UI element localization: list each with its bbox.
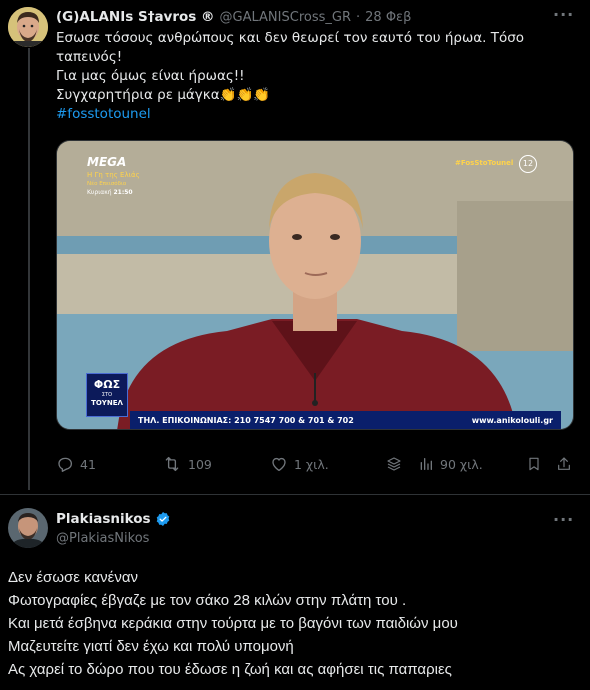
reply-button[interactable]: 41: [56, 452, 96, 476]
tweet-line: Φωτογραφίες έβγαζε με τον σάκο 28 κιλών …: [8, 592, 407, 609]
tv-hashtag: #FosStoTounel: [455, 159, 514, 167]
tweet-line: Δεν έσωσε κανέναν: [8, 569, 138, 586]
tweet-divider: [0, 494, 590, 495]
reply-count: 41: [80, 456, 96, 472]
tv-still-image: [57, 141, 573, 429]
like-count: 1 χιλ.: [294, 456, 329, 472]
views-button[interactable]: 90 χιλ.: [418, 452, 483, 476]
layers-button[interactable]: [384, 452, 404, 476]
share-button[interactable]: [556, 452, 572, 476]
show-logo-line3: ΤΟΥΝΕΛ: [91, 399, 123, 407]
tweet-line: Ας χαρεί το δώρο που του έδωσε η ζωή και…: [8, 661, 452, 678]
tweet-date[interactable]: 28 Φεβ: [365, 10, 411, 25]
share-icon: [558, 457, 570, 470]
author-name[interactable]: Plakiasnikos: [56, 511, 151, 527]
channel-logo: MEGA: [87, 155, 127, 169]
tweet-line: Για μας όμως είναι ήρωας!!: [56, 68, 245, 84]
show-logo: ΦΩΣ ΣΤΟ ΤΟΥΝΕΛ: [86, 373, 128, 417]
heart-icon: [272, 457, 286, 472]
show-subtitle: Νέο Επεισόδιο: [87, 181, 127, 187]
tweet-line: Συγχαρητήρια ρε μάγκα: [56, 87, 220, 103]
avatar[interactable]: [8, 7, 48, 47]
bookmark-icon: [529, 457, 539, 471]
show-time: 21:50: [113, 189, 133, 196]
show-logo-line1: ΦΩΣ: [93, 378, 121, 391]
author-handle[interactable]: @GALANISCross_GR: [220, 10, 351, 25]
separator-dot: ·: [356, 9, 361, 25]
hashtag-link[interactable]: #fosstotounel: [56, 105, 566, 124]
author-handle[interactable]: @PlakiasNikos: [56, 531, 149, 546]
tweet-text: Εσωσε τόσους ανθρώπους και δεν θεωρεί το…: [56, 29, 566, 124]
verified-badge-icon: [156, 512, 169, 526]
reply-icon: [58, 457, 73, 472]
retweet-count: 109: [188, 456, 212, 472]
clapping-emoji: 👏👏👏: [219, 87, 271, 103]
retweet-button[interactable]: 109: [162, 452, 212, 476]
more-options-icon[interactable]: ···: [553, 510, 574, 529]
tweet-line: Μαζευτείτε γιατί δεν έχω και πολύ υπομον…: [8, 638, 294, 655]
tv-ticker: ΤΗΛ. ΕΠΙΚΟΙΝΩΝΙΑΣ: 210 7547 700 & 701 & …: [130, 411, 561, 429]
ticker-phone: ΤΗΛ. ΕΠΙΚΟΙΝΩΝΙΑΣ: 210 7547 700 & 701 & …: [138, 415, 354, 425]
view-count: 90 χιλ.: [440, 456, 483, 472]
tweet-line: ταπεινός!: [56, 49, 123, 65]
ticker-website: www.anikolouli.gr: [471, 415, 553, 425]
more-options-icon[interactable]: ···: [553, 5, 574, 24]
analytics-icon: [420, 458, 432, 470]
bookmark-button[interactable]: [526, 452, 542, 476]
layers-icon: [387, 457, 401, 471]
show-day: Κυριακή: [87, 189, 112, 196]
tweet-line: Εσωσε τόσους ανθρώπους και δεν θεωρεί το…: [56, 30, 525, 46]
avatar[interactable]: [8, 508, 48, 548]
thread-connector-line: [28, 48, 30, 490]
show-title: Η Γη της Ελιάς: [87, 171, 140, 179]
tweet-media-image[interactable]: MEGA Η Γη της Ελιάς Νέο Επεισόδιο Κυριακ…: [56, 140, 574, 430]
author-name[interactable]: (G)ALANIs S†avros ®: [56, 9, 215, 25]
retweet-icon: [165, 456, 179, 472]
like-button[interactable]: 1 χιλ.: [270, 452, 329, 476]
tweet-line: Και μετά έσβηνα κεράκια στην τούρτα με τ…: [8, 615, 458, 632]
age-rating-badge: 12: [519, 155, 537, 173]
